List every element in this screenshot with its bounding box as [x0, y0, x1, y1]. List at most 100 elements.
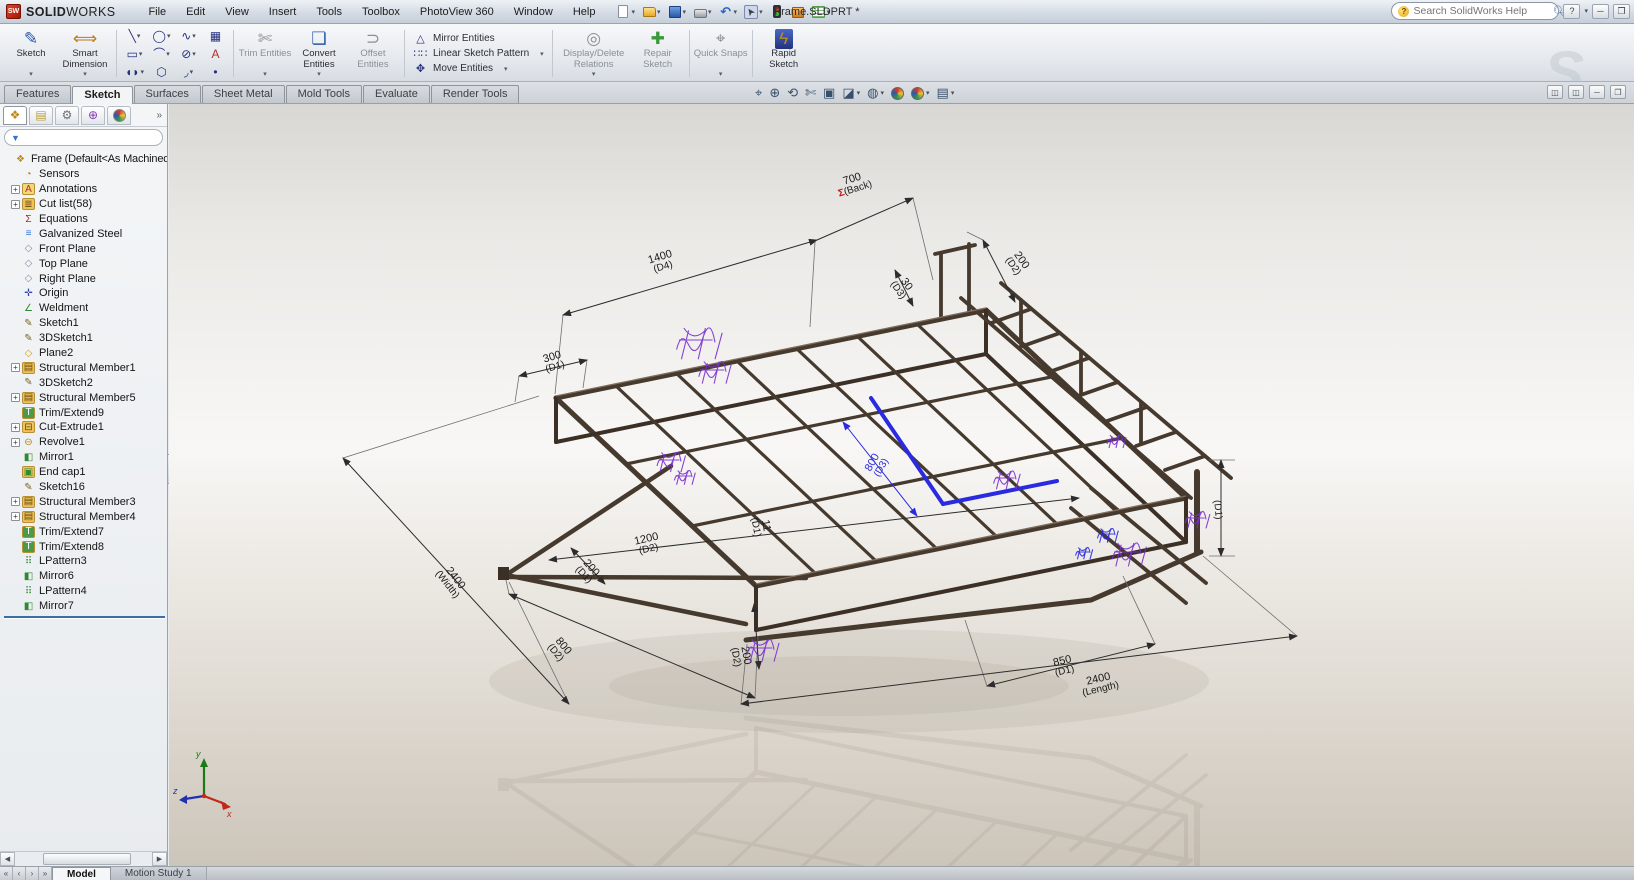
tab-nav-icon[interactable]: « [0, 867, 13, 880]
ribbon-tab[interactable]: Features [4, 85, 71, 103]
dropdown-caret-icon[interactable]: ▾ [683, 8, 687, 16]
sketch-button[interactable]: ✎ Sketch ▾ [4, 26, 58, 81]
doc-window-button[interactable]: ─ [1589, 85, 1605, 99]
minimize-button[interactable]: ─ [1592, 4, 1609, 19]
tree-item[interactable]: + ⠿ LPattern4 [2, 584, 167, 599]
tree-item[interactable]: + ▤ Structural Member3 [2, 494, 167, 509]
heads-up-button[interactable]: ⌖ [755, 85, 762, 101]
ribbon-tab[interactable]: Evaluate [363, 85, 430, 103]
dropdown-caret-icon[interactable]: ▾ [190, 68, 194, 76]
dimension-label[interactable]: (D1) [1211, 500, 1224, 520]
mirror-entities-button[interactable]: △ Mirror Entities [413, 32, 544, 45]
dropdown-caret-icon[interactable]: ▾ [857, 89, 861, 97]
repair-sketch-button[interactable]: ✚ Repair Sketch [631, 26, 685, 81]
menu-item[interactable]: Toolbox [353, 4, 409, 20]
doc-window-button[interactable]: ❐ [1610, 85, 1626, 99]
linear-sketch-pattern-button[interactable]: ∷∷ Linear Sketch Pattern ▾ [413, 47, 544, 60]
dropdown-caret-icon[interactable]: ▾ [317, 70, 321, 81]
tree-item[interactable]: + ✛ Origin [2, 286, 167, 301]
graphics-viewport[interactable]: 1400(D4)700Σ(Back)300(D1)200(D2)30(D3)80… [169, 104, 1634, 866]
trim-entities-button[interactable]: ✄ Trim Entities ▾ [238, 26, 292, 81]
doc-window-button[interactable]: ◫ [1568, 85, 1584, 99]
tab-nav-icon[interactable]: ‹ [13, 867, 26, 880]
search-box[interactable]: ? 🔍︎ ▾ [1391, 2, 1559, 20]
tree-item[interactable]: + ▤ Structural Member5 [2, 390, 167, 405]
expand-icon[interactable]: + [11, 438, 20, 447]
convert-entities-button[interactable]: ❏ Convert Entities ▾ [292, 26, 346, 81]
help-caret-icon[interactable]: ▾ [1584, 7, 1588, 15]
dropdown-caret-icon[interactable]: ▾ [759, 8, 763, 16]
tab-nav-icon[interactable]: › [26, 867, 39, 880]
quick-snaps-button[interactable]: ⌖ Quick Snaps ▾ [694, 26, 748, 81]
quick-access-button[interactable]: ▾ [666, 4, 689, 20]
study-tab[interactable]: Model [52, 867, 111, 880]
quick-access-button[interactable]: ▾ [691, 4, 714, 20]
scrollbar-thumb[interactable] [43, 853, 131, 865]
tree-item[interactable]: + T Trim/Extend8 [2, 539, 167, 554]
tree-item[interactable]: + ≣ Cut list(58) [2, 197, 167, 212]
menu-item[interactable]: Help [564, 4, 605, 20]
tree-filter-box[interactable]: ▼ [4, 129, 163, 146]
tree-item[interactable]: + Σ Equations [2, 212, 167, 227]
move-entities-button[interactable]: ✥ Move Entities ▾ [413, 62, 544, 75]
expand-icon[interactable]: + [11, 393, 20, 402]
expand-icon[interactable]: + [11, 363, 20, 372]
configurationmanager-tab[interactable]: ⚙ [55, 106, 79, 125]
dropdown-caret-icon[interactable]: ▾ [926, 89, 930, 97]
tree-item[interactable]: + ▤ Structural Member4 [2, 509, 167, 524]
dropdown-caret-icon[interactable]: ▾ [657, 8, 661, 16]
tree-item[interactable]: + ✎ Sketch16 [2, 480, 167, 495]
tree-item[interactable]: + ◧ Mirror1 [2, 450, 167, 465]
heads-up-button[interactable] [891, 87, 904, 100]
search-input[interactable] [1413, 5, 1548, 17]
dropdown-caret-icon[interactable]: ▾ [734, 8, 738, 16]
smart-dimension-button[interactable]: ⟺ Smart Dimension ▾ [58, 26, 112, 81]
quick-access-button[interactable]: ↶ ▾ [717, 4, 740, 20]
tree-item[interactable]: + T Trim/Extend9 [2, 405, 167, 420]
sketch-entity-button[interactable]: • [202, 63, 229, 81]
propertymanager-tab[interactable]: ▤ [29, 106, 53, 125]
dropdown-caret-icon[interactable]: ▾ [504, 65, 508, 73]
tree-item[interactable]: + ◔ Sensors [2, 167, 167, 182]
tree-item[interactable]: + ≡ Galvanized Steel [2, 226, 167, 241]
sketch-entity-button[interactable]: ⊘ ▾ [175, 45, 202, 63]
ribbon-tab[interactable]: Mold Tools [286, 85, 362, 103]
tree-item[interactable]: + ✎ 3DSketch1 [2, 331, 167, 346]
sketch-entity-button[interactable]: ◖◗ ▾ [121, 63, 148, 81]
sketch-entity-button[interactable]: ▦ [202, 27, 229, 45]
dropdown-caret-icon[interactable]: ▾ [137, 32, 141, 40]
heads-up-button[interactable]: ◪ ▾ [842, 85, 860, 101]
sketch-entity-button[interactable]: ▭ ▾ [121, 45, 148, 63]
dropdown-caret-icon[interactable]: ▾ [139, 50, 143, 58]
heads-up-button[interactable]: ✄ [805, 85, 816, 101]
tree-root-item[interactable]: + ❖ Frame (Default<As Machined>< [2, 152, 167, 167]
dropdown-caret-icon[interactable]: ▾ [167, 32, 171, 40]
displaymanager-tab[interactable] [107, 106, 131, 125]
menu-item[interactable]: Tools [307, 4, 351, 20]
tree-item[interactable]: + A Annotations [2, 182, 167, 197]
quick-access-button[interactable]: ▾ [640, 4, 663, 20]
dropdown-caret-icon[interactable]: ▾ [881, 89, 885, 97]
dropdown-caret-icon[interactable]: ▾ [140, 68, 144, 76]
heads-up-button[interactable]: ▣ [823, 85, 835, 101]
heads-up-button[interactable]: ⊕ [769, 85, 780, 101]
tree-item[interactable]: + ◇ Right Plane [2, 271, 167, 286]
menu-item[interactable]: Edit [177, 4, 214, 20]
restore-button[interactable]: ❐ [1613, 4, 1630, 19]
tree-item[interactable]: + ✎ Sketch1 [2, 316, 167, 331]
dropdown-caret-icon[interactable]: ▾ [192, 50, 196, 58]
dropdown-caret-icon[interactable]: ▾ [166, 50, 170, 58]
offset-entities-button[interactable]: ⊃ Offset Entities [346, 26, 400, 81]
tree-item[interactable]: + ◇ Plane2 [2, 346, 167, 361]
study-tab[interactable]: Motion Study 1 [111, 867, 207, 880]
display-delete-relations-button[interactable]: ◎ Display/Delete Relations ▾ [557, 26, 631, 81]
tree-item[interactable]: + ◇ Top Plane [2, 256, 167, 271]
dropdown-caret-icon[interactable]: ▾ [719, 70, 723, 81]
sketch-entity-button[interactable]: ◞ ▾ [175, 63, 202, 81]
help-button[interactable]: ? [1563, 4, 1580, 19]
tree-item[interactable]: + ⊖ Revolve1 [2, 435, 167, 450]
rapid-sketch-button[interactable]: ϟ Rapid Sketch [757, 26, 811, 81]
heads-up-button[interactable]: ⟲ [787, 85, 798, 101]
expand-icon[interactable]: + [11, 423, 20, 432]
heads-up-button[interactable]: ◍ ▾ [867, 85, 884, 101]
